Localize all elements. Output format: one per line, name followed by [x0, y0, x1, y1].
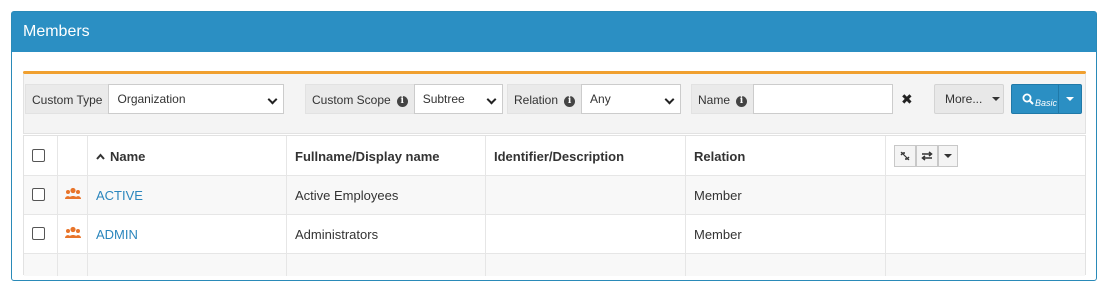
caret-down-icon [944, 154, 952, 158]
relation-filter: Relation i Any [507, 84, 682, 114]
row-icon-cell [58, 176, 88, 214]
select-all-cell [24, 136, 58, 175]
row-select-cell [24, 215, 58, 253]
custom-type-value: Organization [117, 92, 186, 106]
row-identifier-cell [486, 215, 686, 253]
row-identifier-cell [486, 254, 686, 276]
members-panel: Members Custom Type Organization Custom … [11, 11, 1097, 281]
custom-scope-filter: Custom Scope i Subtree [305, 84, 503, 114]
row-fullname: Administrators [295, 227, 379, 242]
row-relation: Member [694, 188, 742, 203]
search-mode-label: Basic [1035, 98, 1058, 108]
swap-icon [921, 151, 933, 161]
row-fullname-cell: Administrators [287, 215, 486, 253]
more-filters-label: More... [945, 92, 983, 106]
more-filters-button[interactable]: More... [934, 84, 1004, 114]
select-all-checkbox[interactable] [32, 149, 45, 162]
name-column-header[interactable]: Name [88, 136, 287, 175]
row-name-link[interactable]: ACTIVE [96, 188, 143, 203]
row-relation-cell [686, 254, 886, 276]
table-header-row: Name Fullname/Display name Identifier/De… [24, 136, 1085, 176]
search-main-part[interactable]: Basic [1012, 85, 1058, 113]
table-tools-header [886, 136, 1085, 175]
custom-scope-select[interactable]: Subtree [413, 84, 503, 114]
chevron-down-icon [486, 94, 497, 105]
row-relation-cell: Member [686, 176, 886, 214]
table-row[interactable]: ADMIN Administrators Member [24, 215, 1085, 254]
custom-type-select[interactable]: Organization [108, 84, 285, 114]
row-name-link[interactable]: ADMIN [96, 227, 138, 242]
row-relation: Member [694, 227, 742, 242]
row-fullname-cell: Active Employees [287, 176, 486, 214]
info-icon[interactable]: i [736, 96, 748, 107]
clear-icon[interactable]: ✖ [901, 91, 913, 108]
row-select-cell [24, 176, 58, 214]
row-tools-cell [886, 254, 1085, 276]
members-table: Name Fullname/Display name Identifier/De… [23, 135, 1086, 276]
row-icon-cell [58, 254, 88, 276]
swap-button[interactable] [916, 145, 938, 167]
name-label: Name [698, 93, 731, 107]
search-button[interactable]: Basic [1011, 84, 1082, 114]
organization-icon [65, 226, 81, 238]
search-icon [1022, 93, 1034, 105]
unlink-button[interactable] [894, 145, 916, 167]
name-input[interactable] [753, 84, 894, 114]
row-tools-cell [886, 215, 1085, 253]
info-icon[interactable]: i [564, 96, 576, 107]
row-identifier-cell [486, 176, 686, 214]
relation-column-header: Relation [686, 136, 886, 175]
row-tools-cell [886, 176, 1085, 214]
name-label-box: Name i [691, 84, 754, 114]
relation-label: Relation [514, 93, 559, 107]
name-header-label: Name [110, 149, 146, 164]
unlink-icon [900, 151, 910, 161]
custom-scope-value: Subtree [422, 92, 465, 106]
row-select-cell [24, 254, 58, 276]
identifier-column-header: Identifier/Description [486, 136, 686, 175]
row-fullname: Active Employees [295, 188, 399, 203]
fullname-header-label: Fullname/Display name [295, 149, 440, 164]
custom-scope-label: Custom Scope [312, 93, 391, 107]
panel-title: Members [12, 12, 1096, 52]
chevron-down-icon [268, 94, 278, 105]
row-name-cell [88, 254, 287, 276]
tools-dropdown-button[interactable] [938, 145, 958, 167]
caret-down-icon [991, 97, 1000, 101]
row-name-cell: ADMIN [88, 215, 287, 253]
row-checkbox[interactable] [32, 188, 45, 201]
icon-column-header [58, 136, 88, 175]
info-icon[interactable]: i [396, 96, 408, 107]
relation-select[interactable]: Any [581, 84, 682, 114]
search-mode-dropdown[interactable] [1058, 85, 1081, 113]
relation-label-box: Relation i [507, 84, 582, 114]
row-fullname-cell [287, 254, 486, 276]
custom-type-filter: Custom Type Organization [25, 84, 285, 114]
organization-icon [65, 187, 81, 199]
custom-scope-label-box: Custom Scope i [305, 84, 414, 114]
chevron-down-icon [664, 94, 675, 105]
row-icon-cell [58, 215, 88, 253]
custom-type-label: Custom Type [25, 84, 109, 114]
name-sort-wrapper: Name [96, 149, 145, 164]
row-relation-cell: Member [686, 215, 886, 253]
table-row[interactable] [24, 254, 1085, 276]
fullname-column-header: Fullname/Display name [287, 136, 486, 175]
table-row[interactable]: ACTIVE Active Employees Member [24, 176, 1085, 215]
identifier-header-label: Identifier/Description [494, 149, 625, 164]
caret-down-icon [1066, 97, 1075, 101]
row-checkbox[interactable] [32, 227, 45, 240]
row-name-cell: ACTIVE [88, 176, 287, 214]
name-filter: Name i [691, 84, 894, 114]
search-filter-bar: Custom Type Organization Custom Scope i S… [23, 74, 1086, 134]
relation-value: Any [590, 92, 611, 106]
sort-ascending-icon [96, 153, 105, 160]
relation-header-label: Relation [694, 149, 746, 164]
